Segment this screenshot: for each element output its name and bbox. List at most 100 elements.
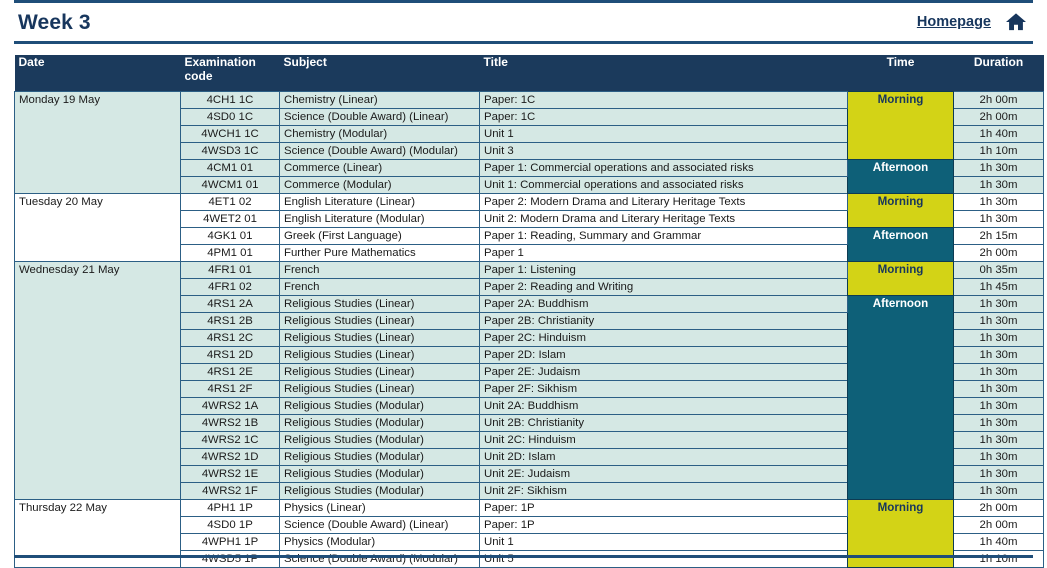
cell-duration: 1h 10m [953,549,1044,568]
footer-rule [14,555,1033,558]
cell-duration: 2h 00m [953,498,1044,517]
cell-subject: Chemistry (Linear) [279,90,480,109]
cell-duration: 2h 00m [953,243,1044,262]
cell-examination-code: 4WPH1 1P [180,532,280,551]
cell-examination-code: 4RS1 2A [180,294,280,313]
cell-subject: English Literature (Linear) [279,192,480,211]
table-row: Monday 19 May 4CH1 1C Chemistry (Linear) Pa… [14,90,1044,194]
home-icon[interactable] [1005,12,1027,32]
cell-duration: 1h 30m [953,413,1044,432]
table-row: Tuesday 20 May 4ET1 02 English Literature … [14,192,1044,262]
cell-examination-code: 4WCH1 1C [180,124,280,143]
cell-time-afternoon: Afternoon [847,158,954,194]
cell-subject: Religious Studies (Linear) [279,345,480,364]
cell-title: Unit 1 [479,532,848,551]
cell-title: Paper 2F: Sikhism [479,379,848,398]
cell-duration: 1h 30m [953,447,1044,466]
cell-examination-code: 4WSD5 1P [180,549,280,568]
cell-examination-code: 4RS1 2C [180,328,280,347]
cell-title: Paper 2C: Hinduism [479,328,848,347]
cell-duration: 1h 30m [953,464,1044,483]
cell-subject: Religious Studies (Linear) [279,311,480,330]
cell-subject: Religious Studies (Linear) [279,294,480,313]
cell-examination-code: 4GK1 01 [180,226,280,245]
cell-examination-code: 4ET1 02 [180,192,280,211]
cell-subject: French [279,277,480,296]
cell-subject: English Literature (Modular) [279,209,480,228]
cell-title: Paper 2A: Buddhism [479,294,848,313]
cell-title: Unit 1: Commercial operations and associ… [479,175,848,194]
cell-subject: Religious Studies (Linear) [279,328,480,347]
cell-title: Paper 1: Commercial operations and assoc… [479,158,848,177]
cell-time-morning: Morning [847,192,954,228]
cell-title: Unit 2C: Hinduism [479,430,848,449]
cell-subject: Commerce (Linear) [279,158,480,177]
cell-subject: Religious Studies (Modular) [279,413,480,432]
cell-examination-code: 4WCM1 01 [180,175,280,194]
cell-title: Unit 1 [479,124,848,143]
cell-duration: 1h 40m [953,532,1044,551]
cell-date: Wednesday 21 May [14,260,181,500]
cell-subject: Greek (First Language) [279,226,480,245]
cell-duration: 1h 30m [953,192,1044,211]
cell-title: Unit 2D: Islam [479,447,848,466]
cell-duration: 1h 30m [953,209,1044,228]
cell-subject: Commerce (Modular) [279,175,480,194]
cell-subject: Religious Studies (Modular) [279,447,480,466]
cell-date: Monday 19 May [14,90,181,194]
cell-title: Paper 2B: Christianity [479,311,848,330]
cell-duration: 1h 30m [953,379,1044,398]
cell-duration: 2h 00m [953,515,1044,534]
table-row: Wednesday 21 May 4FR1 01 French Paper 1: Li… [14,260,1044,500]
cell-duration: 0h 35m [953,260,1044,279]
cell-duration: 2h 15m [953,226,1044,245]
cell-title: Unit 2F: Sikhism [479,481,848,500]
cell-subject: Science (Double Award) (Linear) [279,107,480,126]
cell-subject: Science (Double Award) (Modular) [279,549,480,568]
cell-title: Paper: 1P [479,515,848,534]
cell-examination-code: 4FR1 02 [180,277,280,296]
cell-duration: 2h 00m [953,90,1044,109]
page-header: Week 3 Homepage [14,0,1033,44]
exam-timetable: Date Examination code Subject Title Time… [14,55,1044,568]
cell-title: Paper 1: Listening [479,260,848,279]
cell-duration: 1h 30m [953,175,1044,194]
cell-duration: 1h 30m [953,362,1044,381]
cell-examination-code: 4WRS2 1D [180,447,280,466]
column-header-date: Date [14,55,181,91]
cell-subject: Science (Double Award) (Linear) [279,515,480,534]
cell-examination-code: 4WRS2 1C [180,430,280,449]
exam-timetable-page: Week 3 Homepage Date Examination code Su… [0,0,1047,568]
column-header-examination-code: Examination code [180,55,280,91]
cell-time-morning: Morning [847,90,954,160]
cell-title: Unit 2E: Judaism [479,464,848,483]
cell-examination-code: 4CM1 01 [180,158,280,177]
cell-duration: 1h 30m [953,311,1044,330]
cell-duration: 1h 45m [953,277,1044,296]
cell-examination-code: 4CH1 1C [180,90,280,109]
column-header-title: Title [479,55,848,91]
cell-duration: 2h 00m [953,107,1044,126]
cell-examination-code: 4WRS2 1A [180,396,280,415]
exam-code-line1: Examination [184,55,256,69]
cell-title: Paper 1: Reading, Summary and Grammar [479,226,848,245]
homepage-link[interactable]: Homepage [917,15,991,30]
cell-examination-code: 4WSD3 1C [180,141,280,160]
table-header: Date Examination code Subject Title Time… [14,55,1044,91]
cell-examination-code: 4SD0 1C [180,107,280,126]
cell-title: Paper 2: Modern Drama and Literary Herit… [479,192,848,211]
cell-duration: 1h 30m [953,430,1044,449]
cell-examination-code: 4WRS2 1F [180,481,280,500]
cell-duration: 1h 40m [953,124,1044,143]
cell-time-morning: Morning [847,260,954,296]
cell-title: Unit 2B: Christianity [479,413,848,432]
timetable-container: Date Examination code Subject Title Time… [14,55,1044,568]
cell-title: Unit 5 [479,549,848,568]
cell-duration: 1h 30m [953,158,1044,177]
cell-subject: Religious Studies (Linear) [279,362,480,381]
cell-examination-code: 4WET2 01 [180,209,280,228]
cell-subject: Science (Double Award) (Modular) [279,141,480,160]
cell-title: Paper: 1P [479,498,848,517]
cell-examination-code: 4PM1 01 [180,243,280,262]
cell-examination-code: 4RS1 2F [180,379,280,398]
